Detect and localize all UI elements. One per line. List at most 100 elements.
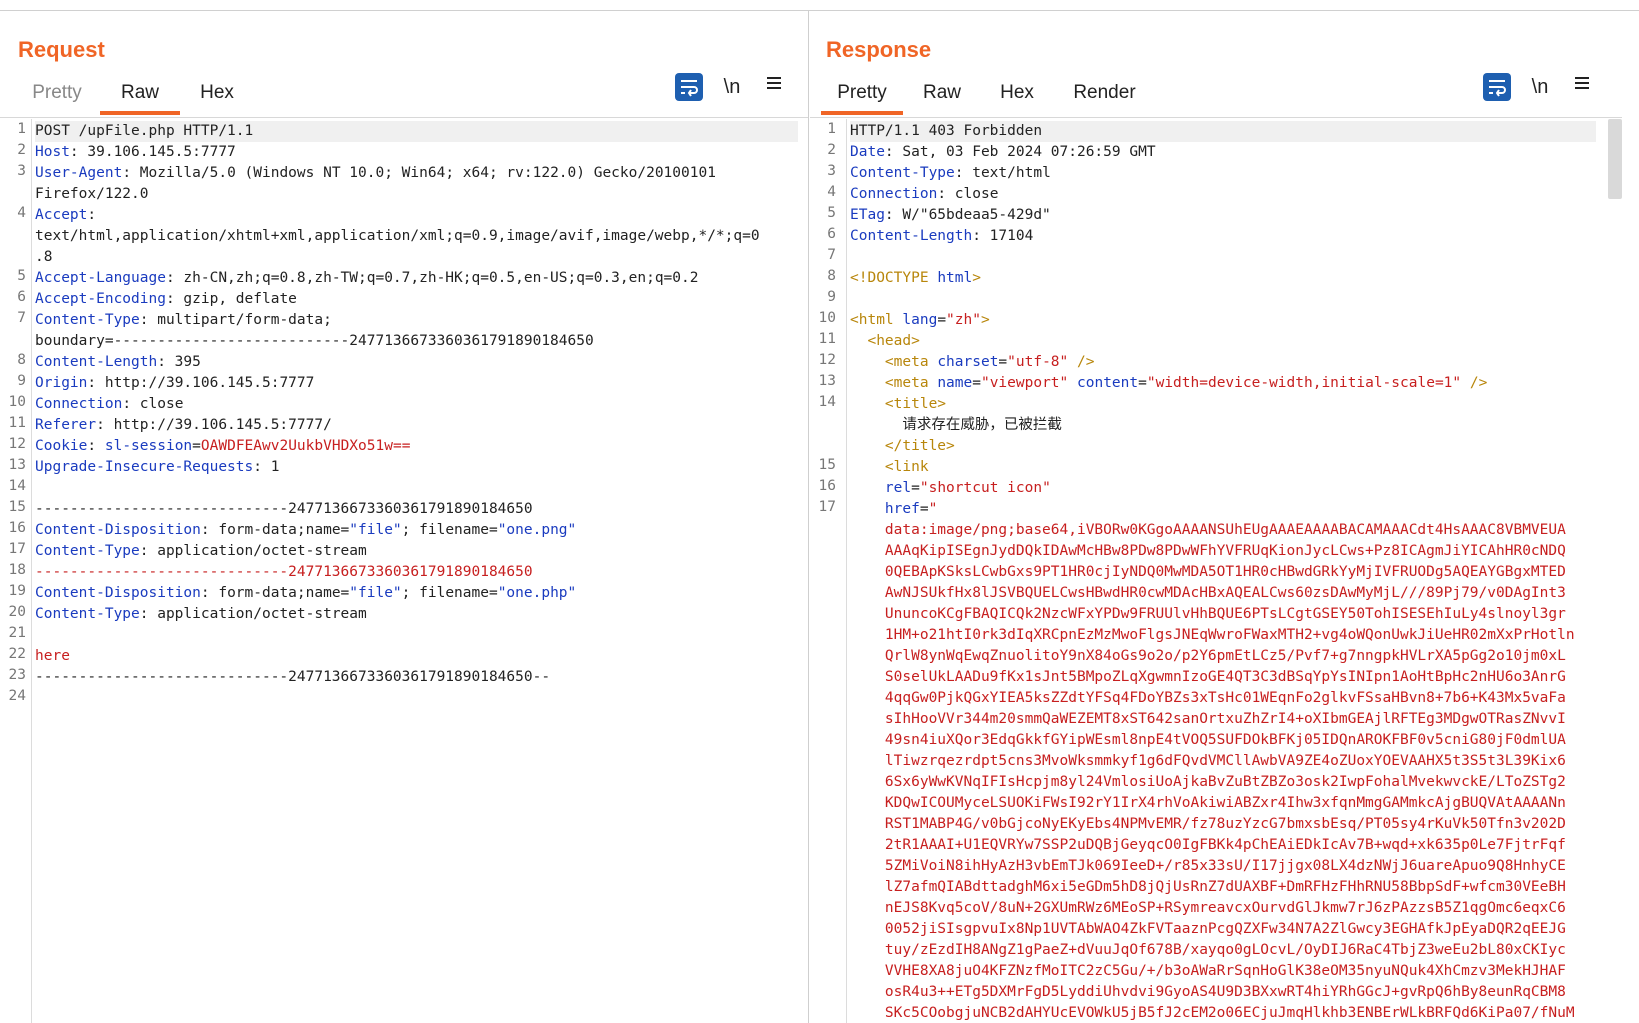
line-text: Referer: http://39.106.145.5:7777/ bbox=[35, 417, 332, 433]
header-name: Content-Type bbox=[850, 165, 955, 181]
line-text: Connection: close bbox=[35, 396, 184, 412]
response-editor[interactable]: 1 HTTP/1.1 403 Forbidden 2 Date: Sat, 03 Fe… bbox=[810, 119, 1622, 1023]
code-line: 7 Content-Type: multipart/form-data; bbox=[17, 310, 798, 331]
header-name: Origin bbox=[35, 375, 88, 391]
header-name: Content-Disposition bbox=[35, 585, 201, 601]
code-line: 11 Referer: http://39.106.145.5:7777/ bbox=[9, 415, 798, 436]
line-text: HTTP/1.1 403 Forbidden bbox=[850, 123, 1043, 139]
line-text: Host: 39.106.145.5:7777 bbox=[35, 144, 236, 160]
response-tab-pretty[interactable]: Pretty bbox=[821, 71, 903, 115]
line-number: 15 bbox=[8, 499, 26, 515]
line-text: Content-Type: application/octet-stream bbox=[35, 543, 367, 559]
code-line: 8 Content-Length: 395 bbox=[17, 352, 798, 373]
line-number: 12 bbox=[818, 352, 836, 368]
wrapped-line-text: Firefox/122.0 bbox=[35, 186, 149, 202]
code-line: 2 Host: 39.106.145.5:7777 bbox=[17, 142, 798, 163]
header-name: Content-Length bbox=[850, 228, 973, 244]
line-number: 9 bbox=[17, 373, 26, 389]
line-number: 15 bbox=[818, 457, 836, 473]
code-line: 23 -----------------------------247713667… bbox=[9, 667, 798, 688]
code-line: 9 Origin: http://39.106.145.5:7777 bbox=[17, 373, 798, 394]
response-menu-button[interactable] bbox=[1568, 73, 1596, 101]
code-line: 1 HTTP/1.1 403 Forbidden bbox=[827, 121, 1596, 142]
code-line: 16 rel="shortcut icon" bbox=[819, 478, 1596, 499]
response-tabs-divider bbox=[810, 117, 1622, 118]
wrapped-line-text: </title> bbox=[884, 438, 955, 454]
header-name: Date bbox=[850, 144, 885, 160]
request-tab-raw[interactable]: Raw bbox=[100, 71, 180, 115]
line-number: 20 bbox=[8, 604, 26, 620]
line-number: 3 bbox=[17, 163, 26, 179]
line-text: ETag: W/"65bdeaa5-429d" bbox=[850, 207, 1051, 223]
cookie-name: sl-session bbox=[104, 438, 193, 454]
line-number: 8 bbox=[827, 268, 836, 284]
line-number: 16 bbox=[818, 478, 836, 494]
line-text: Connection: close bbox=[850, 186, 999, 202]
header-name: Content-Length bbox=[35, 354, 158, 370]
header-name: ETag bbox=[850, 207, 885, 223]
request-tab-pretty[interactable]: Pretty bbox=[19, 71, 95, 115]
code-line: 12 <meta charset="utf-8" /> bbox=[819, 352, 1596, 373]
code-line: 13 <meta name="viewport" content="width=… bbox=[819, 373, 1596, 394]
request-tab-hex[interactable]: Hex bbox=[187, 71, 247, 115]
base64-data-line: 1HM+o21htI0rk3dIqXRCpnEzMzMwoFlgsJNEqWwr… bbox=[850, 627, 1575, 643]
header-name: User-Agent bbox=[35, 165, 123, 181]
line-number: 6 bbox=[17, 289, 26, 305]
line-number: 17 bbox=[818, 499, 836, 515]
code-line: 17 Content-Type: application/octet-stream bbox=[9, 541, 798, 562]
request-editor[interactable]: 1 POST /upFile.php HTTP/1.1 2 Host: 39.106.… bbox=[0, 119, 808, 1023]
response-pane: Response Pretty Raw Hex Render \n 1 HTTP/… bbox=[810, 11, 1622, 1023]
response-newline-toggle[interactable]: \n bbox=[1526, 73, 1554, 101]
line-number: 23 bbox=[8, 667, 26, 683]
code-line: 20 Content-Type: application/octet-stream bbox=[9, 604, 798, 625]
line-number: 7 bbox=[17, 310, 26, 326]
line-text: Content-Type: application/octet-stream bbox=[35, 606, 367, 622]
header-name: Host bbox=[35, 144, 70, 160]
response-scrollbar[interactable] bbox=[1608, 119, 1622, 199]
response-tab-render[interactable]: Render bbox=[1062, 71, 1147, 115]
line-number: 1 bbox=[827, 121, 836, 137]
highlighted-text: -----------------------------24771366733… bbox=[35, 564, 533, 580]
code-line: 4 Connection: close bbox=[827, 184, 1596, 205]
header-name: Connection bbox=[35, 396, 123, 412]
line-number: 22 bbox=[8, 646, 26, 662]
wrapped-line-text: 请求存在威胁，已被拦截 bbox=[850, 417, 1062, 433]
hamburger-menu-icon bbox=[1575, 77, 1589, 89]
line-text: Content-Disposition: form-data;name="fil… bbox=[35, 585, 577, 601]
line-number: 16 bbox=[8, 520, 26, 536]
line-text: Content-Length: 17104 bbox=[850, 228, 1034, 244]
response-tab-raw[interactable]: Raw bbox=[912, 71, 972, 115]
request-wrap-toggle[interactable] bbox=[675, 73, 703, 101]
line-number: 10 bbox=[8, 394, 26, 410]
base64-data-line: VVHE8XA8juO4KFZNzfMoITC2zC5Gu/+/b3oAWaRr… bbox=[850, 963, 1566, 979]
line-text: POST /upFile.php HTTP/1.1 bbox=[35, 123, 254, 139]
code-line: 5 ETag: W/"65bdeaa5-429d" bbox=[827, 205, 1596, 226]
code-line: 13 Upgrade-Insecure-Requests: 1 bbox=[9, 457, 798, 478]
text-wrap-icon bbox=[681, 80, 698, 97]
line-text: Accept-Encoding: gzip, deflate bbox=[35, 291, 297, 307]
header-name: Content-Disposition bbox=[35, 522, 201, 538]
line-text: User-Agent: Mozilla/5.0 (Windows NT 10.0… bbox=[35, 165, 716, 181]
line-number: 18 bbox=[8, 562, 26, 578]
line-text: Cookie: sl-session=OAWDFEAwv2UukbVHDXo51… bbox=[35, 438, 411, 454]
request-menu-button[interactable] bbox=[760, 73, 788, 101]
param-value: "one.php" bbox=[497, 585, 577, 601]
base64-data-line: 49sn4iuXQor3EdqGkkfGYipWEsml8npE4tVOQ5SU… bbox=[850, 732, 1566, 748]
base64-data-line: QrlW8ynWqEwqZnuolitoY9nX84oGs9o2o/p2Y6pm… bbox=[850, 648, 1566, 664]
base64-data-line: 4qqGw0PjkQGxYIEA5ksZZdtYFSq4FDoYBZs3xTsH… bbox=[850, 690, 1566, 706]
header-name: Accept-Language bbox=[35, 270, 166, 286]
response-wrap-toggle[interactable] bbox=[1483, 73, 1511, 101]
response-title: Response bbox=[826, 37, 932, 62]
request-tabs-divider bbox=[0, 117, 808, 118]
response-tab-hex[interactable]: Hex bbox=[987, 71, 1047, 115]
line-number: 11 bbox=[818, 331, 836, 347]
code-line: 19 Content-Disposition: form-data;name="f… bbox=[9, 583, 798, 604]
code-line: 14 <title> bbox=[819, 394, 1596, 415]
line-text: <head> bbox=[867, 333, 920, 349]
base64-data-line: 2tR1AAAI+U1EQVRYw7SSP2uDQBjGeyqcO0IgFBKk… bbox=[850, 837, 1566, 853]
header-name: Accept bbox=[35, 207, 88, 223]
code-line: 15 <link bbox=[819, 457, 1596, 478]
code-line: 7 bbox=[827, 247, 1596, 268]
request-newline-toggle[interactable]: \n bbox=[718, 73, 746, 101]
base64-data-line: 0052jiSIsgpvuIx8Np1UVTAbWAO4ZkFVTaaznPcg… bbox=[850, 921, 1566, 937]
